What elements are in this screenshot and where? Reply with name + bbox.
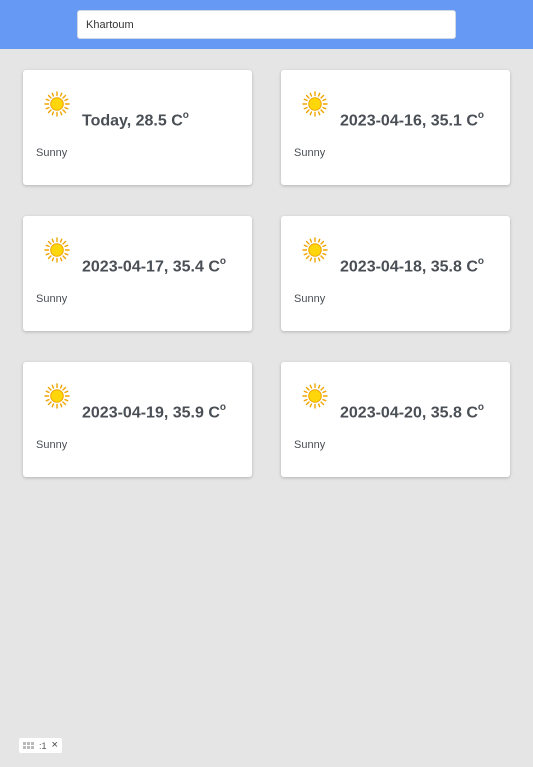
close-icon[interactable]: ×	[52, 740, 58, 751]
forecast-grid: Today, 28.5 Co Sunny 2023-04-16, 35.1 Co…	[23, 70, 510, 477]
sun-icon	[44, 383, 70, 409]
header-bar	[0, 0, 533, 49]
forecast-card: 2023-04-16, 35.1 Co Sunny	[281, 70, 510, 185]
grid-icon	[23, 742, 34, 749]
forecast-temperature: 2023-04-16, 35.1 Co	[340, 110, 484, 130]
sun-icon	[302, 237, 328, 263]
forecast-temperature: 2023-04-18, 35.8 Co	[340, 256, 484, 276]
forecast-condition: Sunny	[36, 147, 68, 159]
forecast-card: Today, 28.5 Co Sunny	[23, 70, 252, 185]
forecast-condition: Sunny	[294, 293, 326, 305]
forecast-temperature: 2023-04-19, 35.9 Co	[82, 402, 226, 422]
forecast-condition: Sunny	[294, 147, 326, 159]
forecast-card: 2023-04-17, 35.4 Co Sunny	[23, 216, 252, 331]
forecast-condition: Sunny	[36, 439, 68, 451]
sun-icon	[302, 383, 328, 409]
forecast-card: 2023-04-20, 35.8 Co Sunny	[281, 362, 510, 477]
devtools-badge[interactable]: :1 ×	[19, 738, 62, 753]
forecast-temperature: Today, 28.5 Co	[82, 110, 189, 130]
forecast-condition: Sunny	[294, 439, 326, 451]
badge-count: :1	[39, 740, 47, 751]
sun-icon	[44, 237, 70, 263]
city-search-input[interactable]	[77, 10, 456, 39]
forecast-condition: Sunny	[36, 293, 68, 305]
forecast-temperature: 2023-04-17, 35.4 Co	[82, 256, 226, 276]
forecast-card: 2023-04-18, 35.8 Co Sunny	[281, 216, 510, 331]
forecast-temperature: 2023-04-20, 35.8 Co	[340, 402, 484, 422]
forecast-card: 2023-04-19, 35.9 Co Sunny	[23, 362, 252, 477]
sun-icon	[302, 91, 328, 117]
sun-icon	[44, 91, 70, 117]
